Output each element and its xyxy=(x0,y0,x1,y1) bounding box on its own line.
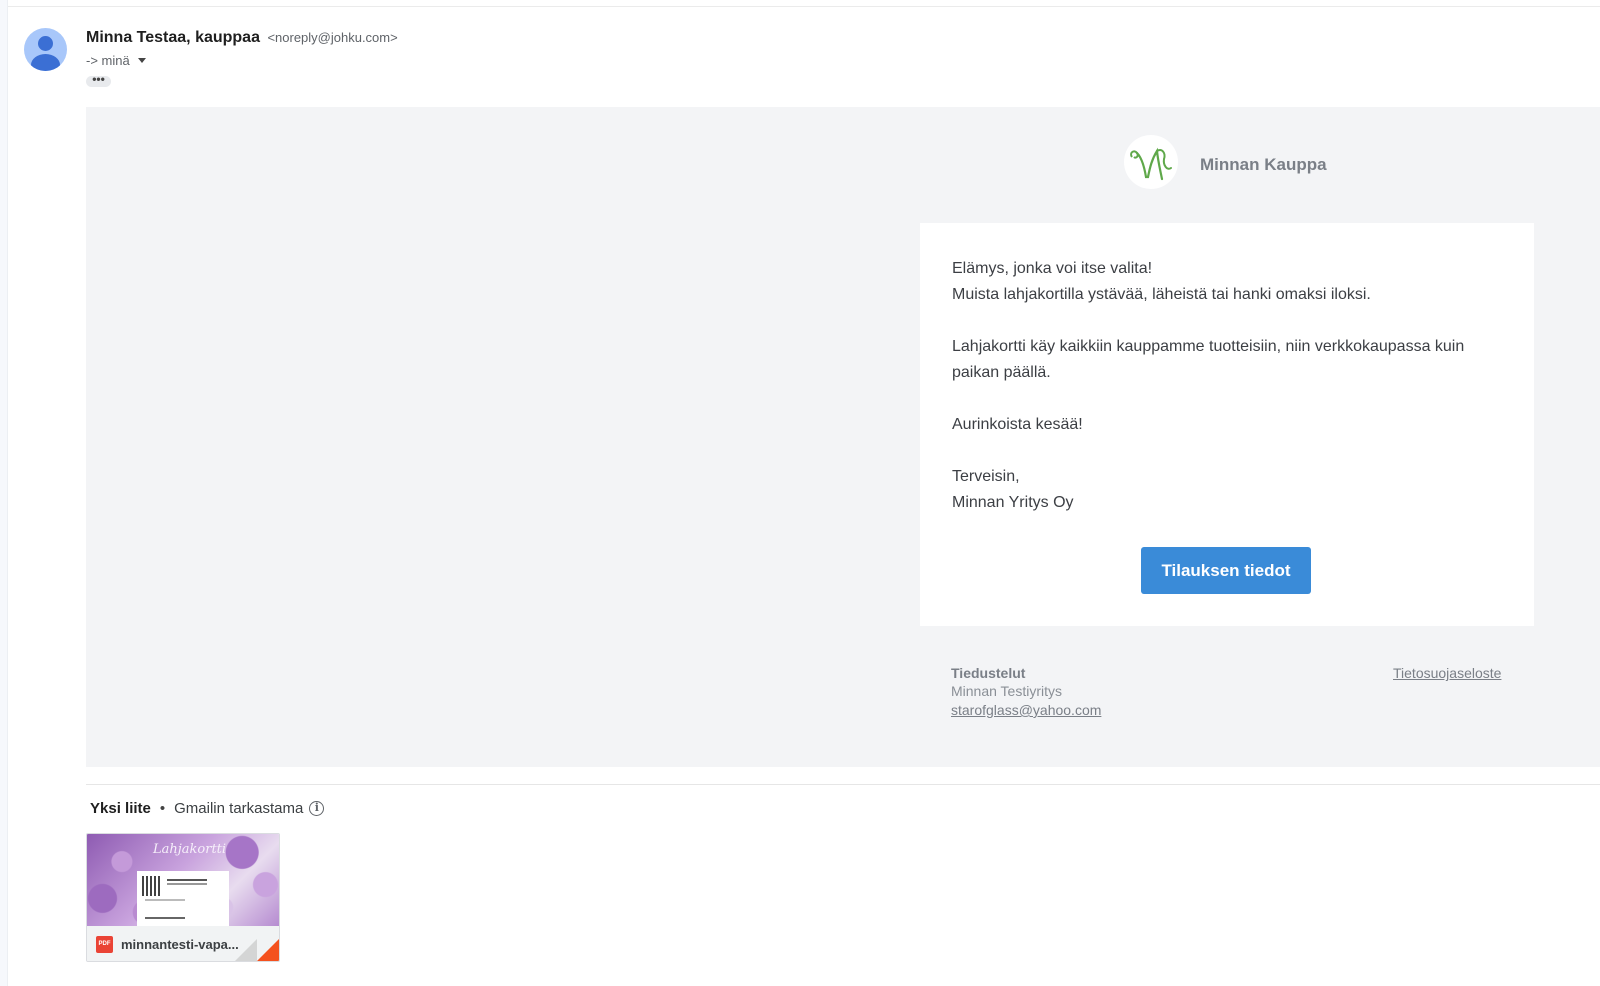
shop-logo xyxy=(1124,135,1178,189)
recipient-toggle[interactable]: -> minä xyxy=(86,53,146,68)
privacy-policy-link[interactable]: Tietosuojaseloste xyxy=(1393,665,1501,681)
logo-m-icon xyxy=(1130,147,1172,181)
avatar-body xyxy=(31,54,60,71)
separator: • xyxy=(159,800,166,817)
shop-name: Minnan Kauppa xyxy=(1200,155,1327,174)
message-line: Terveisin, xyxy=(952,468,1020,485)
attachment-count: Yksi liite xyxy=(90,800,151,817)
recipient-label: -> minä xyxy=(86,53,130,68)
info-icon[interactable]: i xyxy=(309,801,325,816)
sender-name[interactable]: Minna Testaa, kauppaa xyxy=(86,29,260,46)
thumbnail-title: Lahjakortti xyxy=(153,842,227,857)
message-line: Elämys, jonka voi itse valita! xyxy=(952,260,1153,277)
chevron-down-icon[interactable] xyxy=(137,58,146,63)
corner-fold-icon xyxy=(257,939,279,961)
footer-company: Minnan Testiyritys xyxy=(951,683,1063,699)
footer-title: Tiedustelut xyxy=(951,665,1026,681)
attachment-name: minnantesti-vapa... xyxy=(121,937,239,952)
message-line: Lahjakortti käy kaikkiin kauppamme tuott… xyxy=(952,338,1465,381)
thumbnail-card xyxy=(137,871,229,926)
message-line: Muista lahjakortilla ystävää, läheistä t… xyxy=(952,286,1371,303)
message-card: Elämys, jonka voi itse valita! Muista la… xyxy=(920,223,1534,626)
attachment-thumbnail: Lahjakortti xyxy=(87,834,279,926)
attachment-card[interactable]: Lahjakortti PDF minnantesti-vapa... xyxy=(86,833,280,962)
scan-status: Gmailin tarkastama xyxy=(174,800,304,817)
corner-fold-shade xyxy=(235,939,257,961)
message-line: Aurinkoista kesää! xyxy=(952,416,1083,433)
footer-email-link[interactable]: starofglass@yahoo.com xyxy=(951,702,1101,718)
sender-avatar[interactable] xyxy=(24,28,67,71)
qr-code-icon xyxy=(142,876,162,896)
sender-email: <noreply@johku.com> xyxy=(267,30,398,45)
top-divider xyxy=(8,6,1600,7)
show-trimmed-content-button[interactable]: ••• xyxy=(86,73,111,87)
thumbnail-text-lines xyxy=(167,879,207,881)
left-rail xyxy=(0,0,8,986)
attachments-divider xyxy=(86,784,1600,785)
pdf-icon: PDF xyxy=(96,936,113,953)
message-text: Elämys, jonka voi itse valita! Muista la… xyxy=(952,256,1512,516)
order-details-button[interactable]: Tilauksen tiedot xyxy=(1141,547,1311,594)
attachments-header: Yksi liite • Gmailin tarkastama i xyxy=(90,800,325,817)
sender-line: Minna Testaa, kauppaa <noreply@johku.com… xyxy=(86,29,398,47)
avatar-head xyxy=(38,36,53,51)
message-line: Minnan Yritys Oy xyxy=(952,494,1074,511)
